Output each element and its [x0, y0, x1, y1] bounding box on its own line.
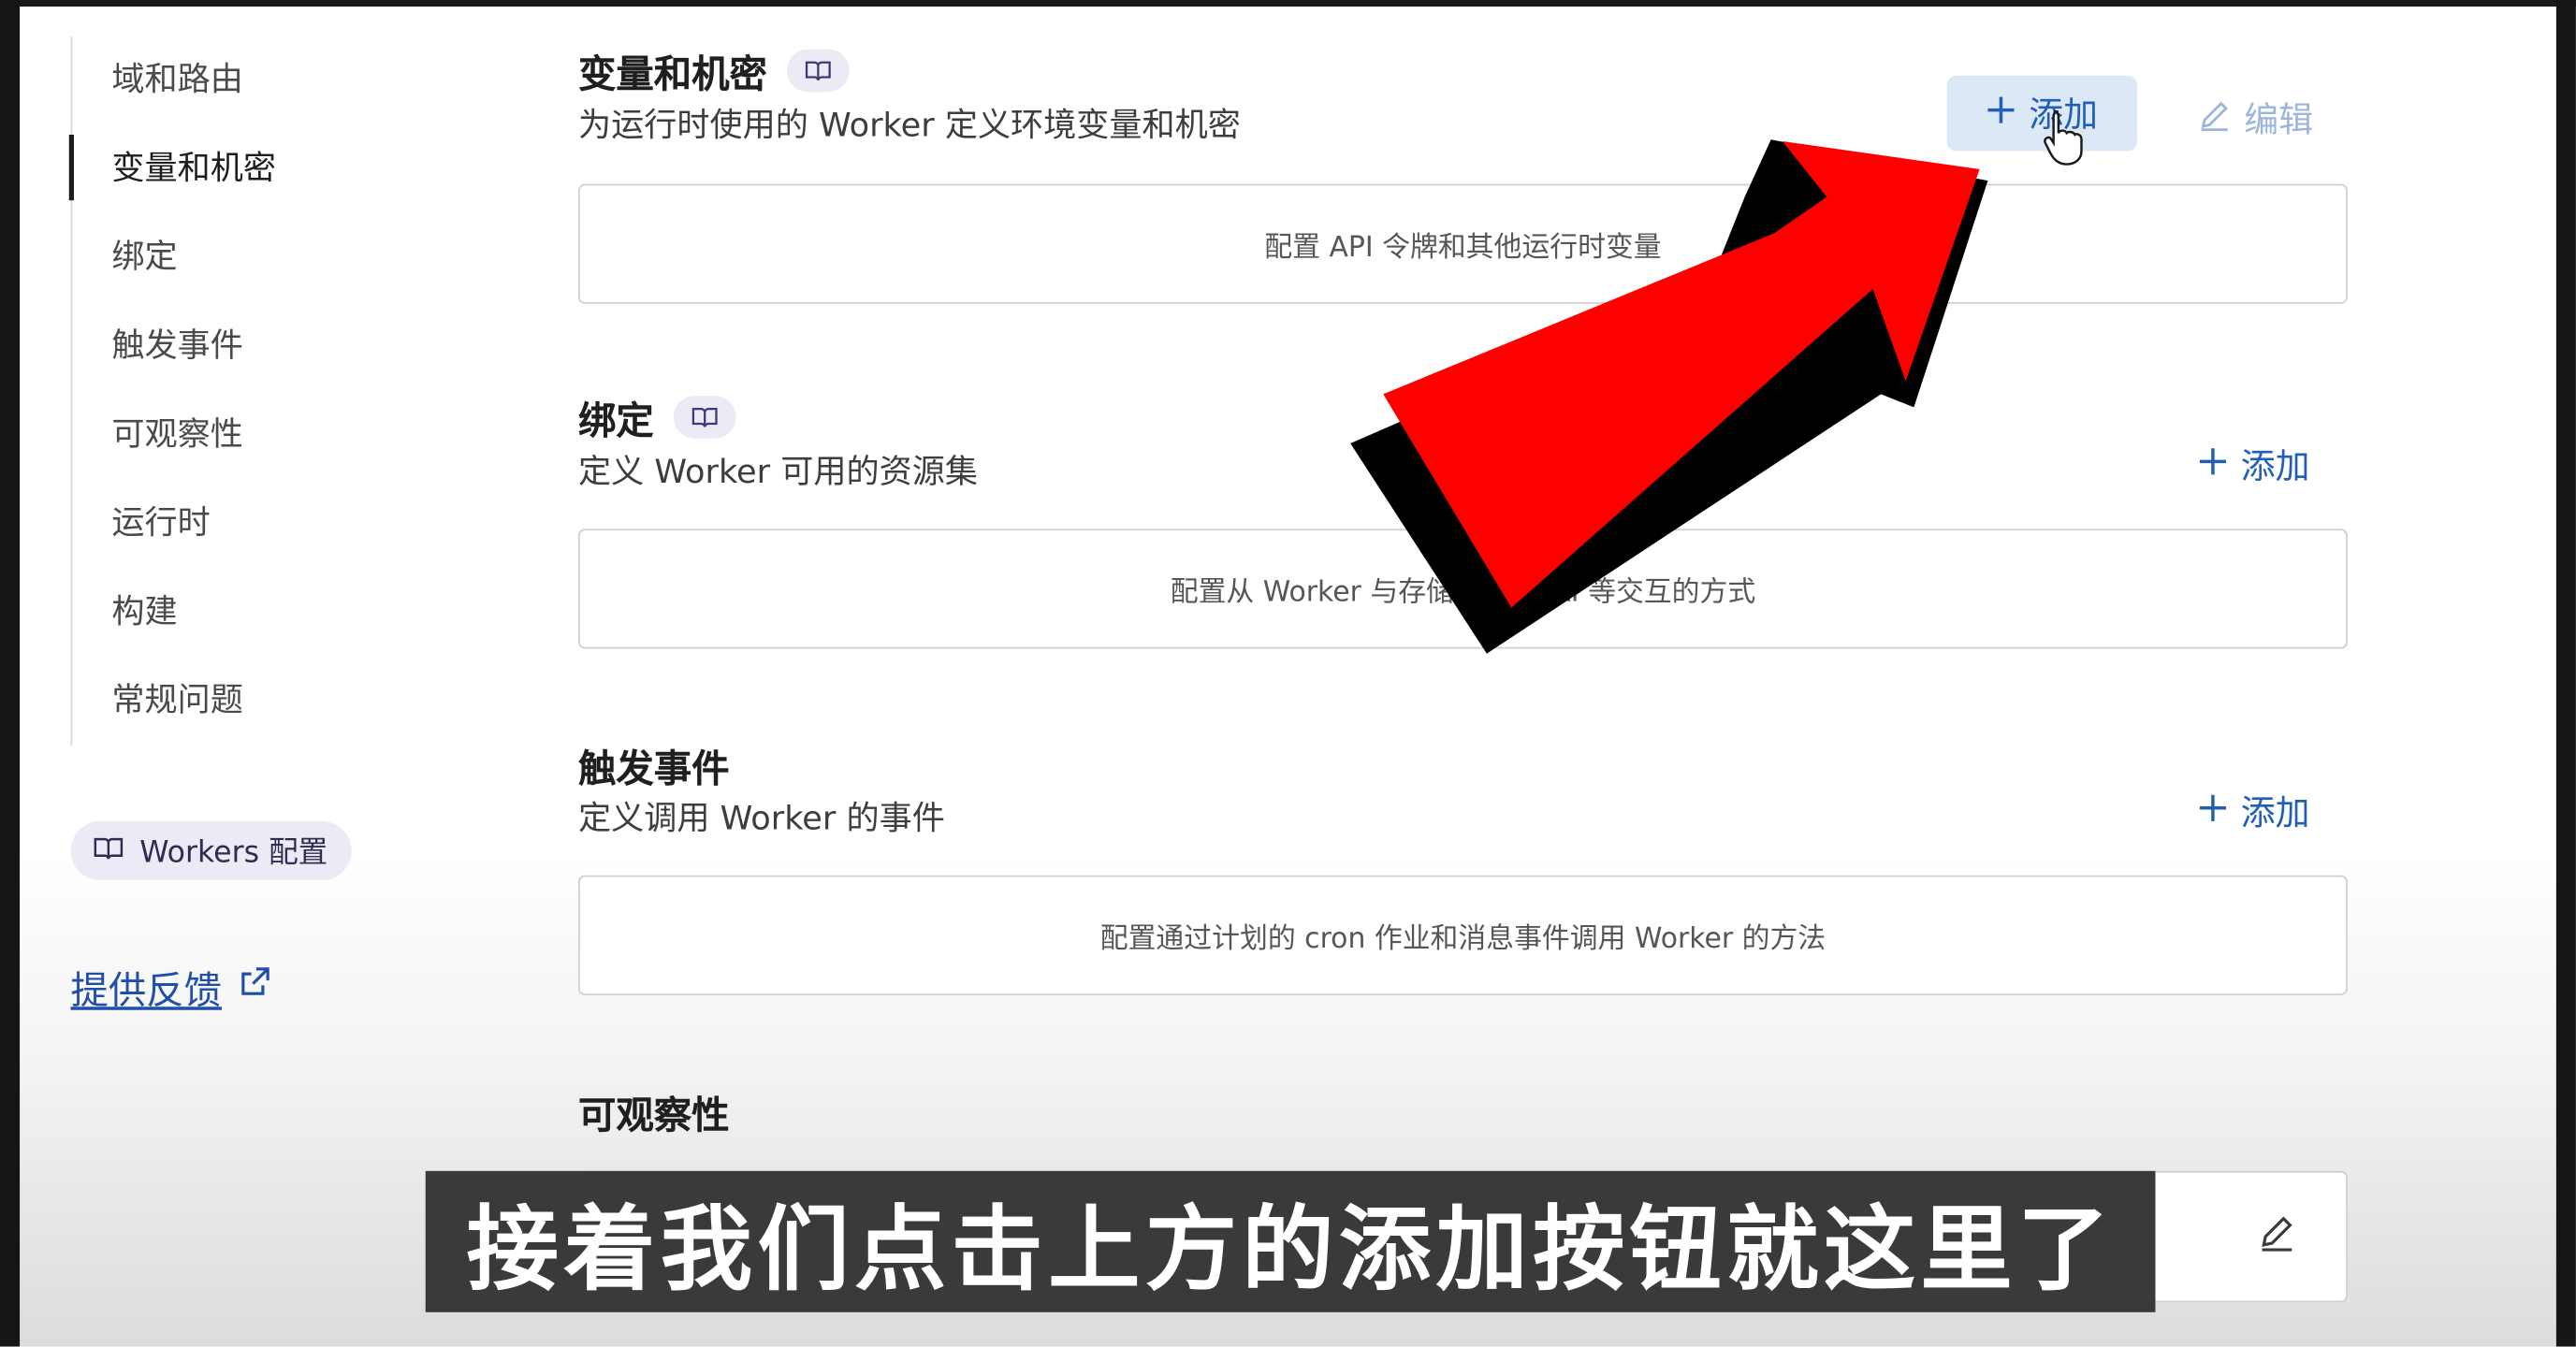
video-subtitle: 接着我们点击上方的添加按钮就这里了: [425, 1170, 2156, 1312]
book-icon[interactable]: [673, 396, 736, 439]
sidebar-item-variables-secrets[interactable]: 变量和机密: [68, 134, 398, 201]
feedback-link[interactable]: 提供反馈: [70, 959, 270, 1015]
section-title-observability: 可观察性: [578, 1084, 730, 1140]
hand-cursor-icon: [2044, 110, 2083, 166]
video-frame-right: [2555, 0, 2576, 1347]
book-icon[interactable]: [786, 49, 850, 93]
plus-icon: [2198, 445, 2228, 485]
edit-variables-button[interactable]: 编辑: [2198, 94, 2313, 143]
section-title-variables: 变量和机密: [578, 43, 850, 99]
pencil-icon[interactable]: [2257, 1213, 2296, 1261]
variables-heading: 变量和机密: [578, 53, 767, 97]
sidebar-item-bindings[interactable]: 绑定: [72, 224, 400, 289]
add-binding-button[interactable]: 添加: [2198, 441, 2310, 490]
add-trigger-button[interactable]: 添加: [2198, 787, 2310, 836]
bindings-empty-state: 配置从 Worker 与存储、 AI 等交互的方式: [578, 529, 2348, 649]
add-trigger-label: 添加: [2240, 793, 2310, 833]
triggers-empty-state: 配置通过计划的 cron 作业和消息事件调用 Worker 的方法: [578, 875, 2348, 995]
variables-empty-state: 配置 API 令牌和其他运行时变量: [578, 183, 2348, 304]
add-binding-label: 添加: [2240, 446, 2310, 486]
section-title-triggers: 触发事件: [578, 737, 730, 793]
sidebar-item-runtime[interactable]: 运行时: [72, 489, 400, 555]
variables-empty-text: 配置 API 令牌和其他运行时变量: [1264, 231, 1662, 265]
triggers-description: 定义调用 Worker 的事件: [578, 798, 945, 838]
observability-heading: 可观察性: [578, 1095, 730, 1138]
bindings-empty-text: 配置从 Worker 与存储、 AI 等交互的方式: [1170, 576, 1756, 610]
screen: 域和路由 变量和机密 绑定 触发事件 可观察性 运行时 构建 常规问题 Work…: [0, 0, 2576, 1347]
bindings-description: 定义 Worker 可用的资源集: [578, 451, 978, 491]
workers-docs-link[interactable]: Workers 配置: [70, 820, 351, 881]
subtitle-text: 接着我们点击上方的添加按钮就这里了: [466, 1196, 2115, 1304]
edit-variables-label: 编辑: [2244, 100, 2314, 140]
book-icon: [94, 833, 124, 868]
triggers-empty-text: 配置通过计划的 cron 作业和消息事件调用 Worker 的方法: [1099, 922, 1826, 956]
feedback-label: 提供反馈: [70, 970, 223, 1014]
video-frame-left: [0, 0, 21, 1347]
bindings-heading: 绑定: [578, 400, 654, 444]
sidebar-item-triggers[interactable]: 触发事件: [72, 312, 400, 378]
external-link-icon: [239, 965, 271, 1008]
section-title-bindings: 绑定: [578, 389, 736, 445]
plus-icon: [2198, 791, 2228, 831]
sidebar-item-domains-routes[interactable]: 域和路由: [72, 46, 400, 111]
pencil-icon: [2198, 97, 2231, 138]
workers-docs-label: Workers 配置: [139, 835, 328, 871]
settings-sidebar: 域和路由 变量和机密 绑定 触发事件 可观察性 运行时 构建 常规问题: [68, 36, 400, 746]
sidebar-item-faq[interactable]: 常规问题: [72, 667, 400, 732]
variables-description: 为运行时使用的 Worker 定义环境变量和机密: [578, 105, 1241, 145]
window-top-edge: [0, 0, 2576, 7]
sidebar-item-observability[interactable]: 可观察性: [72, 400, 400, 466]
triggers-heading: 触发事件: [578, 748, 730, 792]
plus-icon: [1987, 94, 2016, 133]
sidebar-item-build[interactable]: 构建: [72, 578, 400, 644]
